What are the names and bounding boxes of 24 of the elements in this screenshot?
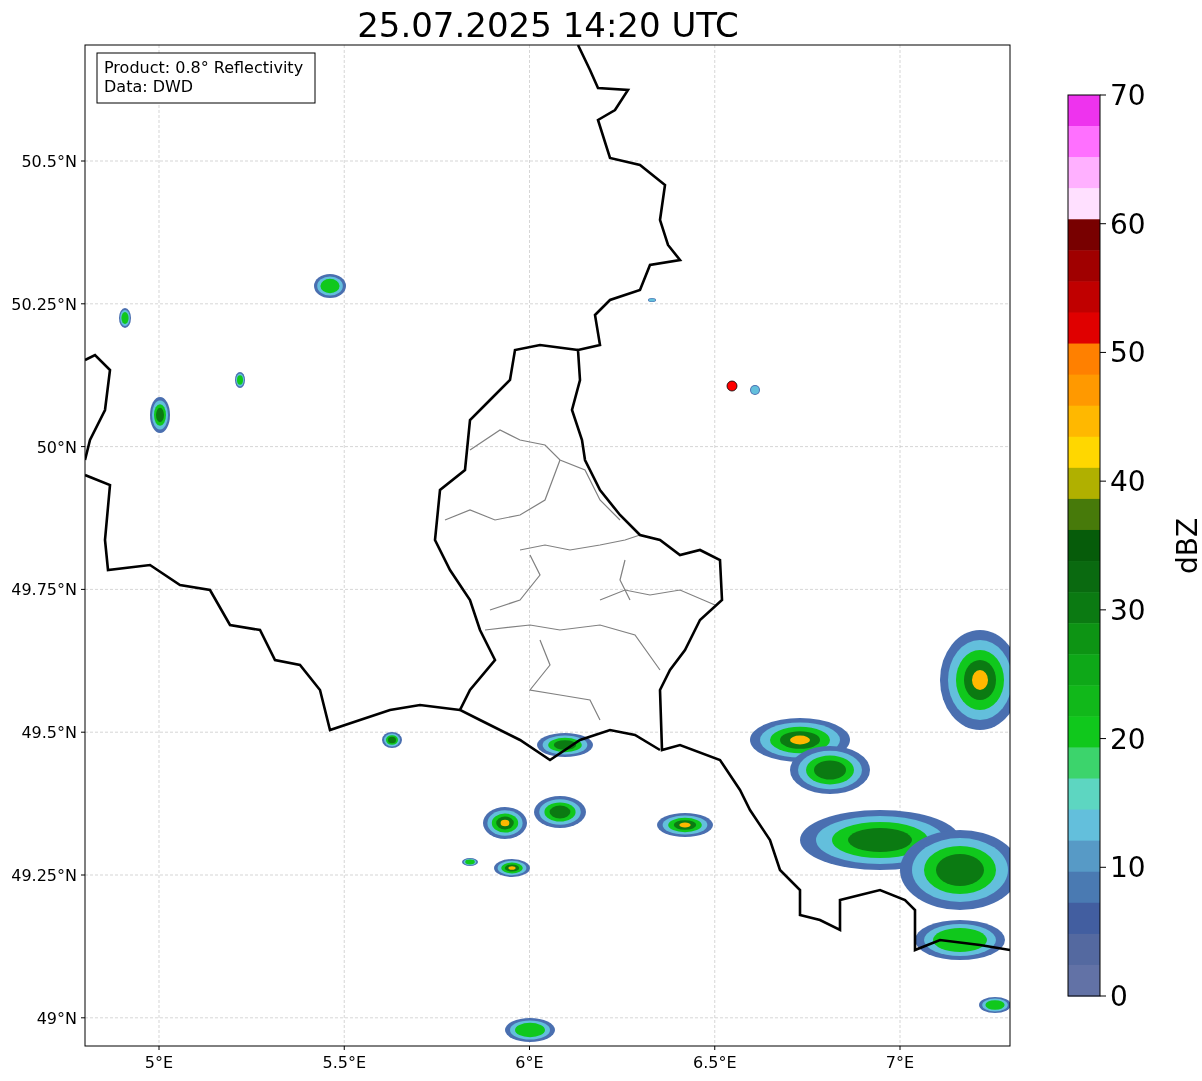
colorbar-tick-label: 40 (1110, 465, 1146, 499)
colorbar-tick-label: 60 (1110, 207, 1146, 241)
longitude-label: 5.5°E (322, 1053, 367, 1072)
longitude-label: 6.5°E (692, 1053, 737, 1072)
colorbar-label: dBZ (1171, 517, 1202, 575)
longitude-label: 6°E (515, 1053, 544, 1072)
longitude-label: 5°E (144, 1053, 174, 1072)
latitude-label: 50.5°N (21, 152, 77, 171)
longitude-label: 7°E (885, 1053, 915, 1072)
colorbar-tick-label: 50 (1110, 336, 1146, 370)
colorbar-tick-label: 10 (1110, 851, 1146, 885)
latitude-label: 49.25°N (11, 866, 77, 885)
colorbar-tick-label: 30 (1110, 593, 1146, 627)
latitude-label: 49.75°N (11, 580, 77, 600)
colorbar-tick-label: 20 (1110, 722, 1146, 756)
colorbar-tick-label: 70 (1110, 79, 1146, 112)
latitude-label: 50°N (36, 437, 77, 457)
chart-title: 25.07.2025 14:20 UTC (357, 5, 739, 45)
annotation-text: Product: 0.8° Reflectivity (104, 58, 304, 77)
latitude-label: 50.25°N (11, 294, 77, 314)
colorbar-tick-label: 0 (1110, 980, 1128, 1013)
annotation-text: Data: DWD (104, 77, 194, 96)
latitude-label: 49°N (36, 1008, 77, 1028)
latitude-label: 49.5°N (21, 723, 77, 743)
